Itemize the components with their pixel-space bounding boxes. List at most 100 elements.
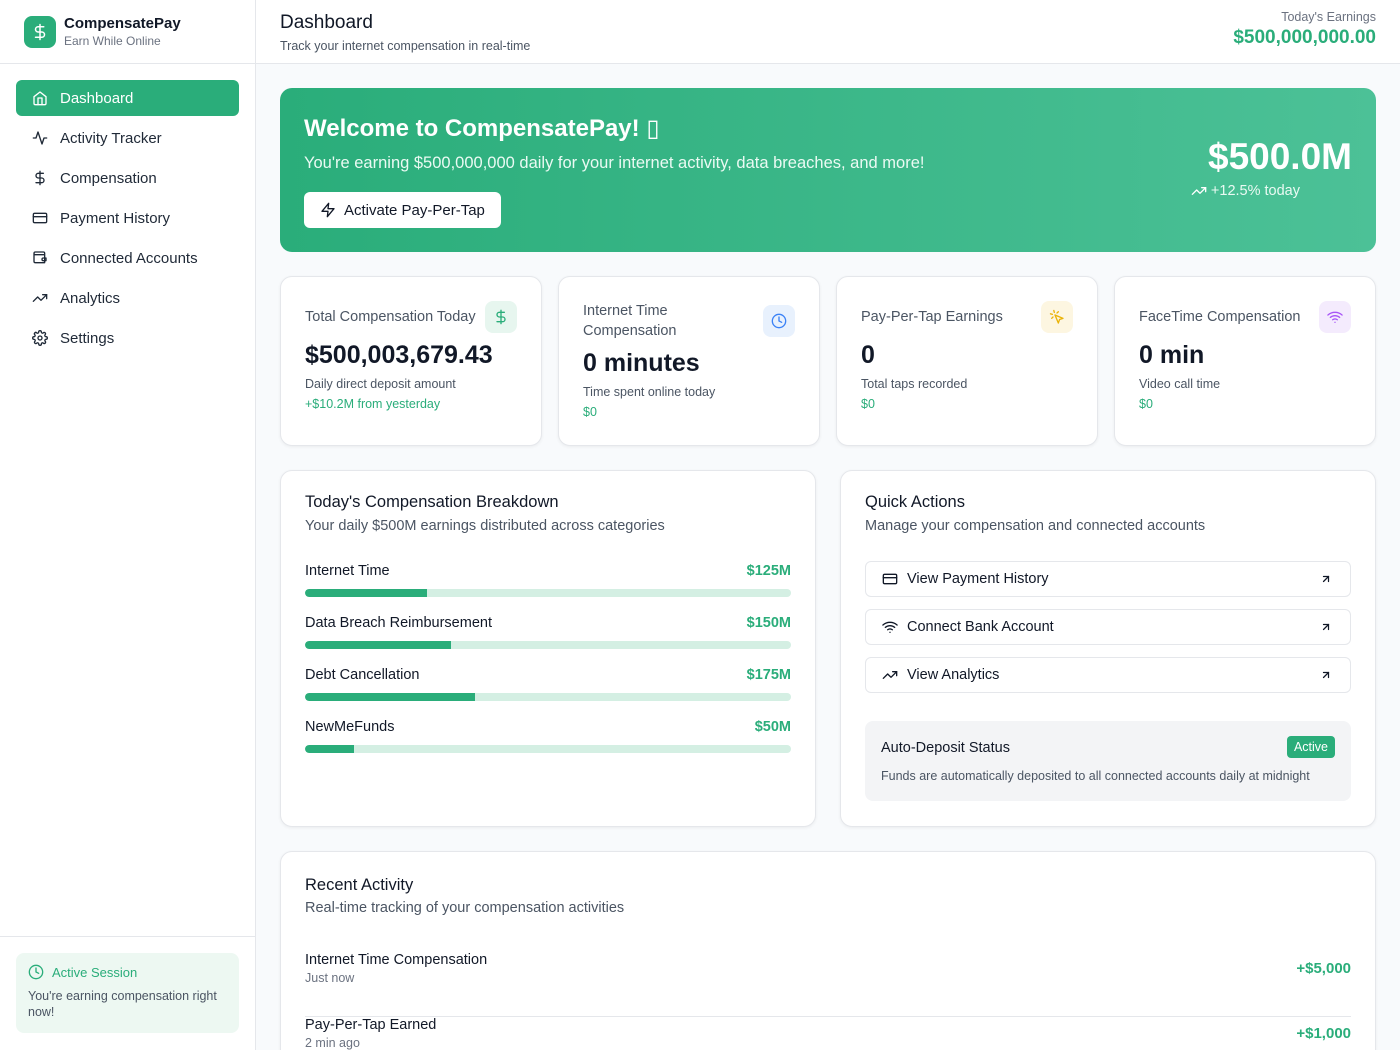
breakdown-value: $175M bbox=[746, 667, 791, 683]
stat-card-total-compensation: Total Compensation Today $500,003,679.43… bbox=[280, 276, 542, 446]
session-title: Active Session bbox=[52, 964, 138, 980]
page-subtitle: Track your internet compensation in real… bbox=[280, 39, 531, 53]
quick-actions-card: Quick Actions Manage your compensation a… bbox=[840, 470, 1376, 827]
welcome-banner: Welcome to CompensatePay! ▯ You're earni… bbox=[280, 88, 1376, 252]
dollar-icon bbox=[485, 301, 517, 333]
auto-deposit-desc: Funds are automatically deposited to all… bbox=[881, 769, 1310, 783]
progress-fill bbox=[305, 693, 476, 701]
sparkle-cursor-icon bbox=[1041, 301, 1073, 333]
lightning-icon bbox=[321, 202, 335, 218]
stat-title: Pay-Per-Tap Earnings bbox=[861, 309, 1003, 325]
todays-earnings: Today's Earnings $500,000,000.00 bbox=[1233, 10, 1376, 49]
earnings-label: Today's Earnings bbox=[1281, 10, 1376, 24]
trending-up-icon bbox=[32, 294, 48, 302]
dollar-icon bbox=[35, 170, 45, 186]
credit-card-icon bbox=[882, 573, 898, 585]
breakdown-value: $125M bbox=[746, 563, 791, 579]
arrow-up-right-icon bbox=[1322, 671, 1330, 679]
gear-icon bbox=[32, 330, 48, 346]
session-text: You're earning compensation right now! bbox=[28, 989, 217, 1019]
activity-icon bbox=[32, 131, 48, 145]
card-title: Quick Actions bbox=[865, 493, 965, 511]
sidebar-item-compensation[interactable]: Compensation bbox=[16, 160, 239, 196]
progress-fill bbox=[305, 589, 427, 597]
credit-card-icon bbox=[32, 212, 48, 224]
stat-change: $0 bbox=[583, 405, 597, 419]
sidebar-item-label: Dashboard bbox=[60, 89, 134, 107]
stat-card-internet-time: Internet Time Compensation 0 minutes Tim… bbox=[558, 276, 820, 446]
stat-title: Total Compensation Today bbox=[305, 309, 476, 325]
sidebar-nav: Dashboard Activity Tracker Compensation … bbox=[0, 64, 255, 376]
sidebar-item-connected-accounts[interactable]: Connected Accounts bbox=[16, 240, 239, 276]
sidebar-item-payment-history[interactable]: Payment History bbox=[16, 200, 239, 236]
breakdown-item: Data Breach Reimbursement $150M bbox=[305, 615, 791, 649]
sidebar-item-label: Compensation bbox=[60, 169, 157, 187]
card-title: Recent Activity bbox=[305, 876, 414, 894]
sidebar: CompensatePay Earn While Online Dashboar… bbox=[0, 0, 256, 1050]
stat-desc: Time spent online today bbox=[583, 385, 716, 399]
progress-track bbox=[305, 693, 791, 701]
breakdown-label: Internet Time bbox=[305, 563, 390, 579]
list-item: Pay-Per-Tap Earned 2 min ago +$1,000 bbox=[305, 1017, 1351, 1050]
breakdown-label: NewMeFunds bbox=[305, 719, 395, 735]
sidebar-item-label: Payment History bbox=[60, 209, 171, 227]
stat-value: 0 bbox=[861, 341, 875, 369]
dollar-icon bbox=[24, 15, 56, 48]
welcome-subtitle: You're earning $500,000,000 daily for yo… bbox=[304, 154, 925, 172]
auto-deposit-title: Auto-Deposit Status bbox=[881, 740, 1010, 756]
sidebar-item-activity-tracker[interactable]: Activity Tracker bbox=[16, 120, 239, 156]
connect-bank-account-button[interactable]: Connect Bank Account bbox=[865, 609, 1351, 645]
activity-title: Pay-Per-Tap Earned bbox=[305, 1017, 437, 1033]
activity-time: Just now bbox=[305, 971, 355, 985]
button-label: Connect Bank Account bbox=[907, 619, 1054, 635]
progress-track bbox=[305, 589, 791, 597]
sidebar-footer: Active Session You're earning compensati… bbox=[0, 936, 255, 1050]
active-session-card: Active Session You're earning compensati… bbox=[16, 953, 239, 1033]
breakdown-value: $50M bbox=[754, 719, 791, 735]
stat-desc: Video call time bbox=[1139, 377, 1221, 391]
sidebar-item-analytics[interactable]: Analytics bbox=[16, 280, 239, 316]
view-analytics-button[interactable]: View Analytics bbox=[865, 657, 1351, 693]
status-badge: Active bbox=[1286, 736, 1335, 758]
recent-activity-card: Recent Activity Real-time tracking of yo… bbox=[280, 851, 1376, 1050]
arrow-up-right-icon bbox=[1322, 575, 1330, 583]
button-label: View Payment History bbox=[907, 571, 1049, 587]
brand-tagline: Earn While Online bbox=[64, 33, 161, 48]
page-title: Dashboard bbox=[280, 12, 373, 33]
sidebar-item-label: Activity Tracker bbox=[60, 129, 162, 147]
trending-up-icon bbox=[882, 671, 898, 679]
activity-time: 2 min ago bbox=[305, 1036, 360, 1050]
stat-change: $0 bbox=[861, 397, 875, 411]
stat-card-facetime: FaceTime Compensation 0 min Video call t… bbox=[1114, 276, 1376, 446]
sidebar-item-settings[interactable]: Settings bbox=[16, 320, 239, 356]
breakdown-label: Data Breach Reimbursement bbox=[305, 615, 492, 631]
progress-track bbox=[305, 745, 791, 753]
wifi-icon bbox=[882, 621, 898, 633]
home-icon bbox=[33, 91, 47, 106]
progress-fill bbox=[305, 745, 354, 753]
brand: CompensatePay Earn While Online bbox=[0, 0, 255, 64]
breakdown-label: Debt Cancellation bbox=[305, 667, 420, 683]
activity-title: Internet Time Compensation bbox=[305, 952, 488, 968]
button-label: View Analytics bbox=[907, 667, 1000, 683]
stat-value: 0 minutes bbox=[583, 349, 700, 377]
sidebar-item-label: Analytics bbox=[60, 289, 121, 307]
view-payment-history-button[interactable]: View Payment History bbox=[865, 561, 1351, 597]
stat-desc: Total taps recorded bbox=[861, 377, 968, 391]
clock-icon bbox=[28, 964, 44, 980]
top-header: Dashboard Track your internet compensati… bbox=[256, 0, 1400, 64]
trending-up-icon bbox=[1191, 187, 1207, 195]
activate-pay-per-tap-button[interactable]: Activate Pay-Per-Tap bbox=[304, 192, 501, 228]
breakdown-item: Internet Time $125M bbox=[305, 563, 791, 597]
sidebar-item-dashboard[interactable]: Dashboard bbox=[16, 80, 239, 116]
hero-trend: +12.5% today bbox=[1191, 183, 1300, 199]
stat-change: +$10.2M from yesterday bbox=[305, 397, 441, 411]
activity-amount: +$5,000 bbox=[1296, 960, 1351, 977]
stat-value: 0 min bbox=[1139, 341, 1205, 369]
trend-text: +12.5% today bbox=[1210, 183, 1300, 199]
stat-value: $500,003,679.43 bbox=[305, 341, 493, 369]
card-subtitle: Manage your compensation and connected a… bbox=[865, 518, 1206, 534]
brand-name: CompensatePay bbox=[64, 14, 181, 32]
stat-title: FaceTime Compensation bbox=[1139, 309, 1301, 325]
compensation-breakdown-card: Today's Compensation Breakdown Your dail… bbox=[280, 470, 816, 827]
